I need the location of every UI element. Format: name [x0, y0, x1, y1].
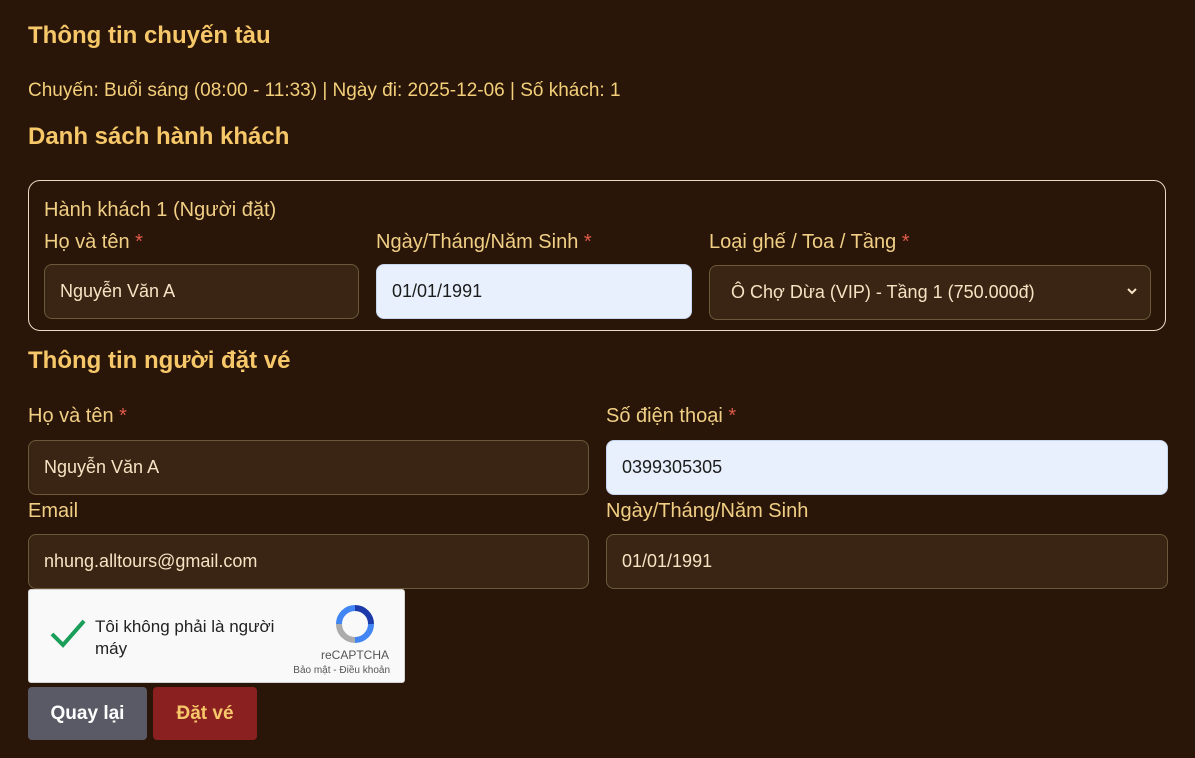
passengers-heading: Danh sách hành khách: [28, 123, 290, 150]
checkmark-icon[interactable]: [49, 617, 87, 649]
recaptcha-brand: reCAPTCHA: [320, 648, 389, 662]
required-marker: *: [119, 405, 127, 427]
booker-phone-label: Số điện thoại *: [606, 405, 736, 428]
required-marker: *: [901, 231, 910, 253]
passenger-dob-label: Ngày/Tháng/Năm Sinh *: [376, 231, 592, 254]
booker-phone-label-text: Số điện thoại: [606, 405, 723, 427]
passenger-name-label-text: Họ và tên: [44, 231, 130, 253]
book-button[interactable]: Đặt vé: [153, 687, 257, 740]
passenger-card: Hành khách 1 (Người đặt) Họ và tên * Ngu…: [28, 180, 1166, 331]
recaptcha-widget: Tôi không phải là người máy reCAPTCHA Bả…: [28, 589, 405, 683]
passenger-name-value: Nguyễn Văn A: [60, 281, 176, 301]
booker-email-label: Email: [28, 500, 79, 522]
passenger-name-label: Họ và tên *: [44, 231, 143, 254]
booker-name-value: Nguyễn Văn A: [44, 457, 160, 477]
trip-heading: Thông tin chuyến tàu: [28, 22, 271, 49]
passenger-seat-select[interactable]: Ô Chợ Dừa (VIP) - Tầng 1 (750.000đ): [709, 265, 1151, 320]
trip-summary: Chuyến: Buổi sáng (08:00 - 11:33) | Ngày…: [28, 80, 621, 101]
recaptcha-logo-icon: [336, 605, 374, 643]
required-marker: *: [583, 231, 592, 253]
chevron-down-icon: [1127, 288, 1137, 295]
recaptcha-footer[interactable]: Bảo mật - Điều khoản: [293, 665, 390, 676]
booker-email-input[interactable]: nhung.alltours@gmail.com: [28, 534, 589, 589]
booker-phone-input[interactable]: 0399305305: [606, 440, 1168, 495]
booker-name-label-text: Họ và tên: [28, 405, 114, 427]
booker-dob-label: Ngày/Tháng/Năm Sinh: [606, 500, 809, 522]
back-button[interactable]: Quay lại: [28, 687, 147, 740]
passenger-dob-value: 01/01/1991: [392, 281, 483, 301]
required-marker: *: [728, 405, 737, 427]
recaptcha-label: Tôi không phải là người máy: [95, 617, 275, 658]
passenger-dob-label-text: Ngày/Tháng/Năm Sinh: [376, 231, 579, 253]
passenger-seat-value: Ô Chợ Dừa (VIP) - Tầng 1 (750.000đ): [731, 282, 1035, 302]
passenger-dob-input[interactable]: 01/01/1991: [376, 264, 692, 319]
booker-dob-value: 01/01/1991: [622, 551, 713, 571]
passenger-seat-label: Loại ghế / Toa / Tầng *: [709, 231, 910, 254]
required-marker: *: [135, 231, 143, 253]
booker-dob-input[interactable]: 01/01/1991: [606, 534, 1168, 589]
booker-name-input[interactable]: Nguyễn Văn A: [28, 440, 589, 495]
booker-heading: Thông tin người đặt vé: [28, 347, 291, 374]
booker-email-value: nhung.alltours@gmail.com: [44, 551, 258, 571]
booker-name-label: Họ và tên *: [28, 405, 127, 428]
booker-phone-value: 0399305305: [622, 457, 723, 477]
passenger-seat-label-text: Loại ghế / Toa / Tầng: [709, 231, 897, 253]
passenger-title: Hành khách 1 (Người đặt): [44, 199, 277, 221]
passenger-name-input[interactable]: Nguyễn Văn A: [44, 264, 359, 319]
